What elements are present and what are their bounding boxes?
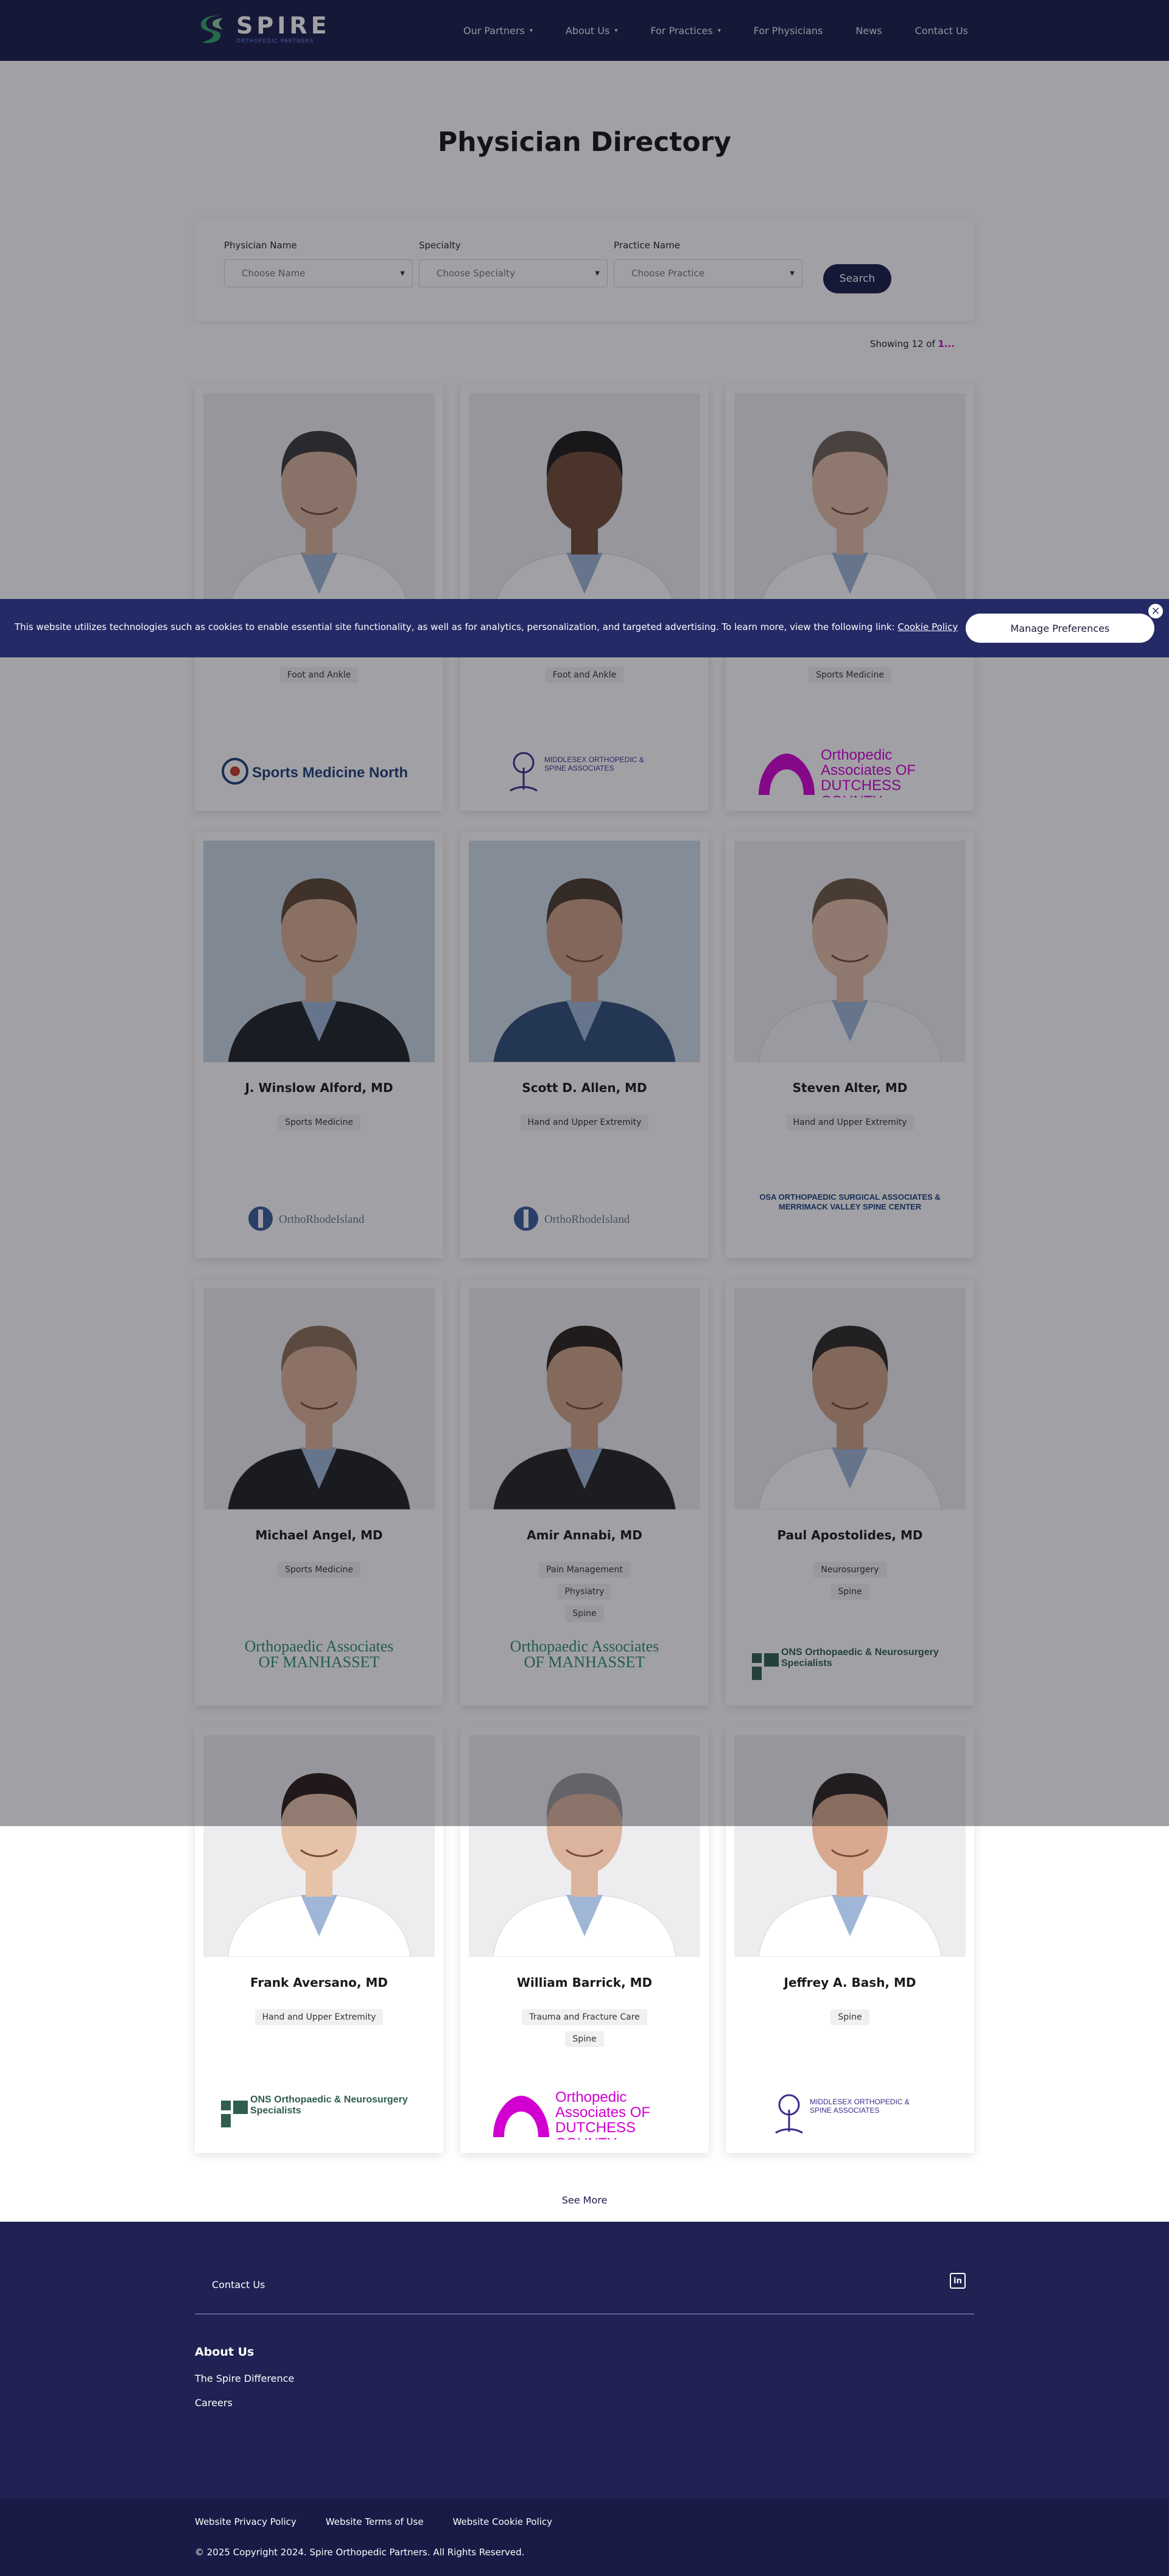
copyright: © 2025 Copyright 2024. Spire Orthopedic …	[195, 2547, 525, 2558]
specialty-tag: Hand and Upper Extremity	[255, 2009, 384, 2025]
close-icon[interactable]: ×	[1147, 603, 1164, 620]
physician-name[interactable]: William Barrick, MD	[460, 1975, 709, 1990]
see-more-link[interactable]: See More	[0, 2194, 1169, 2206]
physician-name[interactable]: Frank Aversano, MD	[195, 1975, 443, 1990]
practice-logo[interactable]: Orthopedic Associates OF DUTCHESS COUNTY	[460, 2086, 709, 2141]
manage-preferences-button[interactable]: Manage Preferences	[966, 614, 1154, 643]
practice-name: MIDDLESEX ORTHOPEDIC & SPINE ASSOCIATES	[810, 2098, 910, 2115]
practice-logo[interactable]: MIDDLESEX ORTHOPEDIC & SPINE ASSOCIATES	[726, 2086, 974, 2141]
cookie-banner: This website utilizes technologies such …	[0, 599, 1169, 657]
physician-name[interactable]: Jeffrey A. Bash, MD	[726, 1975, 974, 1990]
modal-backdrop[interactable]	[0, 0, 1169, 1826]
legal-links: Website Privacy Policy Website Terms of …	[195, 2516, 552, 2527]
specialty-tag: Spine	[830, 2009, 869, 2025]
footer-contact-link[interactable]: Contact Us	[212, 2279, 265, 2291]
practice-logo[interactable]: ONS Orthopaedic & Neurosurgery Specialis…	[195, 2086, 443, 2141]
terms-of-use-link[interactable]: Website Terms of Use	[326, 2516, 424, 2527]
cookie-text: This website utilizes technologies such …	[15, 621, 958, 632]
privacy-policy-link[interactable]: Website Privacy Policy	[195, 2516, 297, 2527]
cookie-message: This website utilizes technologies such …	[15, 621, 898, 632]
footer-bottom-bar: Website Privacy Policy Website Terms of …	[0, 2498, 1169, 2576]
practice-name: ONS Orthopaedic & Neurosurgery Specialis…	[250, 2095, 408, 2116]
cookie-policy-footer-link[interactable]: Website Cookie Policy	[453, 2516, 552, 2527]
footer-link-careers[interactable]: Careers	[195, 2397, 233, 2409]
specialty-tag: Trauma and Fracture Care	[522, 2009, 647, 2025]
site-footer: Contact Us in About Us The Spire Differe…	[0, 2222, 1169, 2576]
linkedin-icon[interactable]: in	[950, 2273, 966, 2289]
specialty-tags: Trauma and Fracture Care Spine	[460, 2009, 709, 2047]
practice-name: Orthopedic Associates OF DUTCHESS COUNTY	[555, 2090, 651, 2140]
cookie-policy-link[interactable]: Cookie Policy	[897, 621, 958, 632]
specialty-tags: Hand and Upper Extremity	[195, 2009, 443, 2025]
specialty-tag: Spine	[565, 2031, 604, 2047]
footer-link-spire-difference[interactable]: The Spire Difference	[195, 2373, 294, 2384]
specialty-tags: Spine	[726, 2009, 974, 2025]
footer-about-heading: About Us	[195, 2345, 255, 2359]
